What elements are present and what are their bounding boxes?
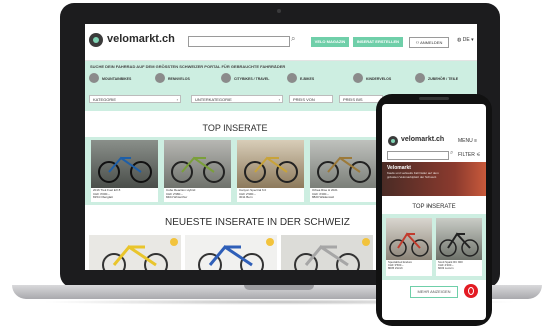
star-icon[interactable]: [266, 238, 274, 246]
phone-speaker: [419, 97, 449, 100]
site-logo[interactable]: velomarkt.ch: [401, 136, 444, 143]
subcategory-select-label: UNTERKATEGORIE: [195, 97, 232, 102]
login-label: ANMELDEN: [420, 40, 443, 45]
category-label: ZUBEHÖR / TEILE: [428, 77, 459, 81]
carousel-dots[interactable]: [424, 194, 444, 207]
ad-image[interactable]: [237, 140, 304, 188]
bike-image: [198, 245, 264, 270]
chevron-down-icon: ›: [176, 97, 178, 102]
ad-card[interactable]: Cube Reaction Hybrid CHF 2'980.– 8404 Wint…: [164, 140, 231, 202]
ad-image[interactable]: [436, 218, 482, 260]
ad-location: 8154 Oberglatt: [93, 195, 113, 200]
bike-image: [389, 232, 429, 257]
laptop-camera: [277, 9, 281, 13]
newest-ads-title: NEUESTE INSERATE IN DER SCHWEIZ: [165, 217, 350, 228]
bike-icon: [415, 73, 425, 83]
site-logo[interactable]: velomarkt.ch: [107, 33, 175, 45]
filter-icon: ⚟: [476, 152, 481, 158]
bike-icon: [287, 73, 297, 83]
ad-card[interactable]: Orbea Rise H 2021 CHF 4'300.– 8820 Wädensw…: [310, 140, 377, 202]
bike-icon: [155, 73, 165, 83]
filter-label: FILTER: [458, 152, 475, 158]
menu-button[interactable]: MENU ≡: [458, 138, 477, 144]
ad-card[interactable]: Scott Spark RC 900 CHF 4'200.– 6003 Luzern: [436, 218, 482, 276]
ad-location: 8005 Zürich: [388, 266, 403, 271]
bike-image: [317, 156, 371, 183]
hamburger-icon: ≡: [474, 138, 478, 144]
login-button[interactable]: ⚇ ANMELDEN: [409, 37, 449, 48]
bike-image: [102, 245, 168, 270]
search-input[interactable]: [188, 36, 290, 47]
logo-dot: [93, 37, 99, 43]
top-ads-title: TOP INSERATE: [202, 123, 268, 133]
chevron-down-icon: ›: [278, 97, 280, 102]
language-selector[interactable]: ◍ DE ▾: [457, 37, 474, 43]
category-label: KINDERVELOS: [366, 77, 392, 81]
pin-button[interactable]: [464, 284, 478, 298]
price-to-label: PREIS BIS: [343, 97, 363, 102]
magazine-button[interactable]: VELO MAGAZIN: [311, 37, 349, 47]
hero-text: Kaufe und verkaufe Fahrräder auf dem grö…: [387, 171, 439, 179]
ad-card[interactable]: Canyon Spectral 6.0 CHF 2'990.– 3011 Bern: [237, 140, 304, 202]
category-label: MOUNTAINBIKES: [102, 77, 132, 81]
search-icon[interactable]: ⌕: [291, 34, 295, 44]
language-label: DE: [462, 37, 470, 43]
category-label: RENNVELOS: [168, 77, 190, 81]
bike-image: [294, 245, 360, 270]
category-label: E-BIKES: [300, 77, 315, 81]
category-label: CITYBIKES / TRAVEL: [234, 77, 270, 81]
subcategory-select[interactable]: UNTERKATEGORIE ›: [191, 95, 283, 103]
ad-location: 3011 Bern: [239, 195, 253, 200]
star-icon[interactable]: [170, 238, 178, 246]
price-from-label: PREIS VON: [293, 97, 315, 102]
ad-card[interactable]: Specialized Enduro CHF 3'500.– 8005 Zürich: [386, 218, 432, 276]
bike-image: [171, 156, 225, 183]
laptop-notch: [244, 285, 314, 290]
search-input[interactable]: [387, 151, 449, 160]
star-icon[interactable]: [362, 238, 370, 246]
ad-location: 6003 Luzern: [438, 266, 454, 271]
category-select[interactable]: KATEGORIE ›: [89, 95, 181, 103]
ad-card[interactable]: 2016 Trek Fuel EX 8 CHF 3'000.– 8154 Oberg…: [91, 140, 158, 202]
pin-icon: [468, 287, 474, 295]
ad-image[interactable]: [386, 218, 432, 260]
search-band-title: SUCHE DEIN FAHRRAD AUF DEM GRÖSSTEN SCHW…: [90, 64, 286, 69]
ad-image[interactable]: [164, 140, 231, 188]
bike-icon: [221, 73, 231, 83]
show-more-button[interactable]: MEHR ANZEIGEN: [410, 286, 458, 298]
ad-image[interactable]: [310, 140, 377, 188]
new-ad-card[interactable]: [89, 235, 181, 270]
phone-screen: velomarkt.ch MENU ≡ ⌕ FILTER ⚟ Velomarkt…: [382, 104, 486, 320]
ad-location: 8820 Wädenswil: [312, 195, 335, 200]
ad-location: 8404 Winterthur: [166, 195, 188, 200]
search-icon[interactable]: ⌕: [450, 150, 453, 157]
price-to-input[interactable]: PREIS BIS: [339, 95, 383, 103]
post-ad-button[interactable]: INSERAT ERSTELLEN: [353, 37, 403, 47]
top-ads-title: TOP INSERATE: [412, 204, 456, 210]
bike-image: [439, 232, 479, 257]
ad-image[interactable]: [91, 140, 158, 188]
bike-image: [244, 156, 298, 183]
bike-icon: [89, 73, 99, 83]
filter-button[interactable]: FILTER ⚟: [458, 152, 481, 158]
price-from-input[interactable]: PREIS VON: [289, 95, 333, 103]
new-ad-card[interactable]: [281, 235, 373, 270]
logo-dot: [391, 139, 395, 143]
category-select-label: KATEGORIE: [93, 97, 117, 102]
new-ad-card[interactable]: [185, 235, 277, 270]
menu-label: MENU: [458, 138, 473, 144]
bike-image: [98, 156, 152, 183]
bike-icon: [353, 73, 363, 83]
